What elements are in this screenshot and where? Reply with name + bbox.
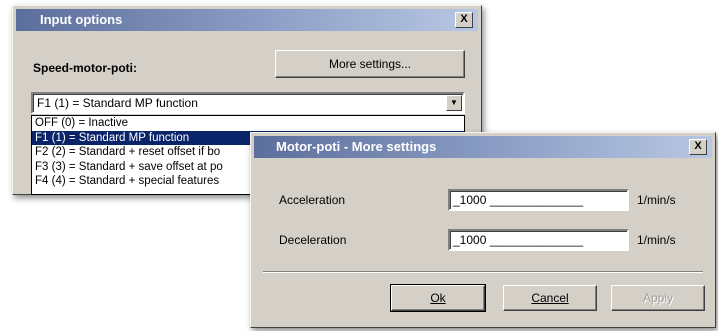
ok-button[interactable]: Ok (390, 284, 486, 312)
dialog-title: Input options (40, 12, 123, 27)
speed-motor-poti-label: Speed-motor-poti: (33, 61, 137, 75)
combobox-value: F1 (1) = Standard MP function (37, 96, 198, 110)
more-settings-label: More settings... (328, 57, 412, 71)
close-icon[interactable]: X (689, 139, 707, 155)
acceleration-label: Acceleration (279, 193, 346, 207)
chevron-down-icon[interactable]: ▼ (446, 95, 462, 111)
close-icon[interactable]: X (455, 12, 473, 28)
deceleration-value: _1000 ______________ (453, 233, 584, 247)
acceleration-unit: 1/min/s (637, 193, 676, 207)
separator (263, 271, 703, 273)
function-combobox[interactable]: F1 (1) = Standard MP function ▼ (31, 92, 465, 114)
title-bar[interactable]: Input options X (16, 9, 478, 31)
list-item[interactable]: OFF (0) = Inactive (32, 116, 464, 131)
ok-label: Ok (430, 291, 446, 305)
dialog-title: Motor-poti - More settings (276, 139, 437, 154)
deceleration-field[interactable]: _1000 ______________ (448, 229, 629, 251)
apply-label: Apply (642, 291, 674, 305)
more-settings-dialog: Motor-poti - More settings X Acceleratio… (250, 132, 716, 328)
acceleration-field[interactable]: _1000 ______________ (448, 189, 629, 211)
cancel-label: Cancel (531, 291, 569, 305)
title-bar[interactable]: Motor-poti - More settings X (254, 136, 712, 158)
deceleration-label: Deceleration (279, 233, 347, 247)
cancel-button[interactable]: Cancel (503, 285, 597, 311)
acceleration-value: _1000 ______________ (453, 193, 584, 207)
apply-button[interactable]: Apply (611, 285, 705, 311)
more-settings-button[interactable]: More settings... (275, 50, 465, 78)
deceleration-unit: 1/min/s (637, 233, 676, 247)
